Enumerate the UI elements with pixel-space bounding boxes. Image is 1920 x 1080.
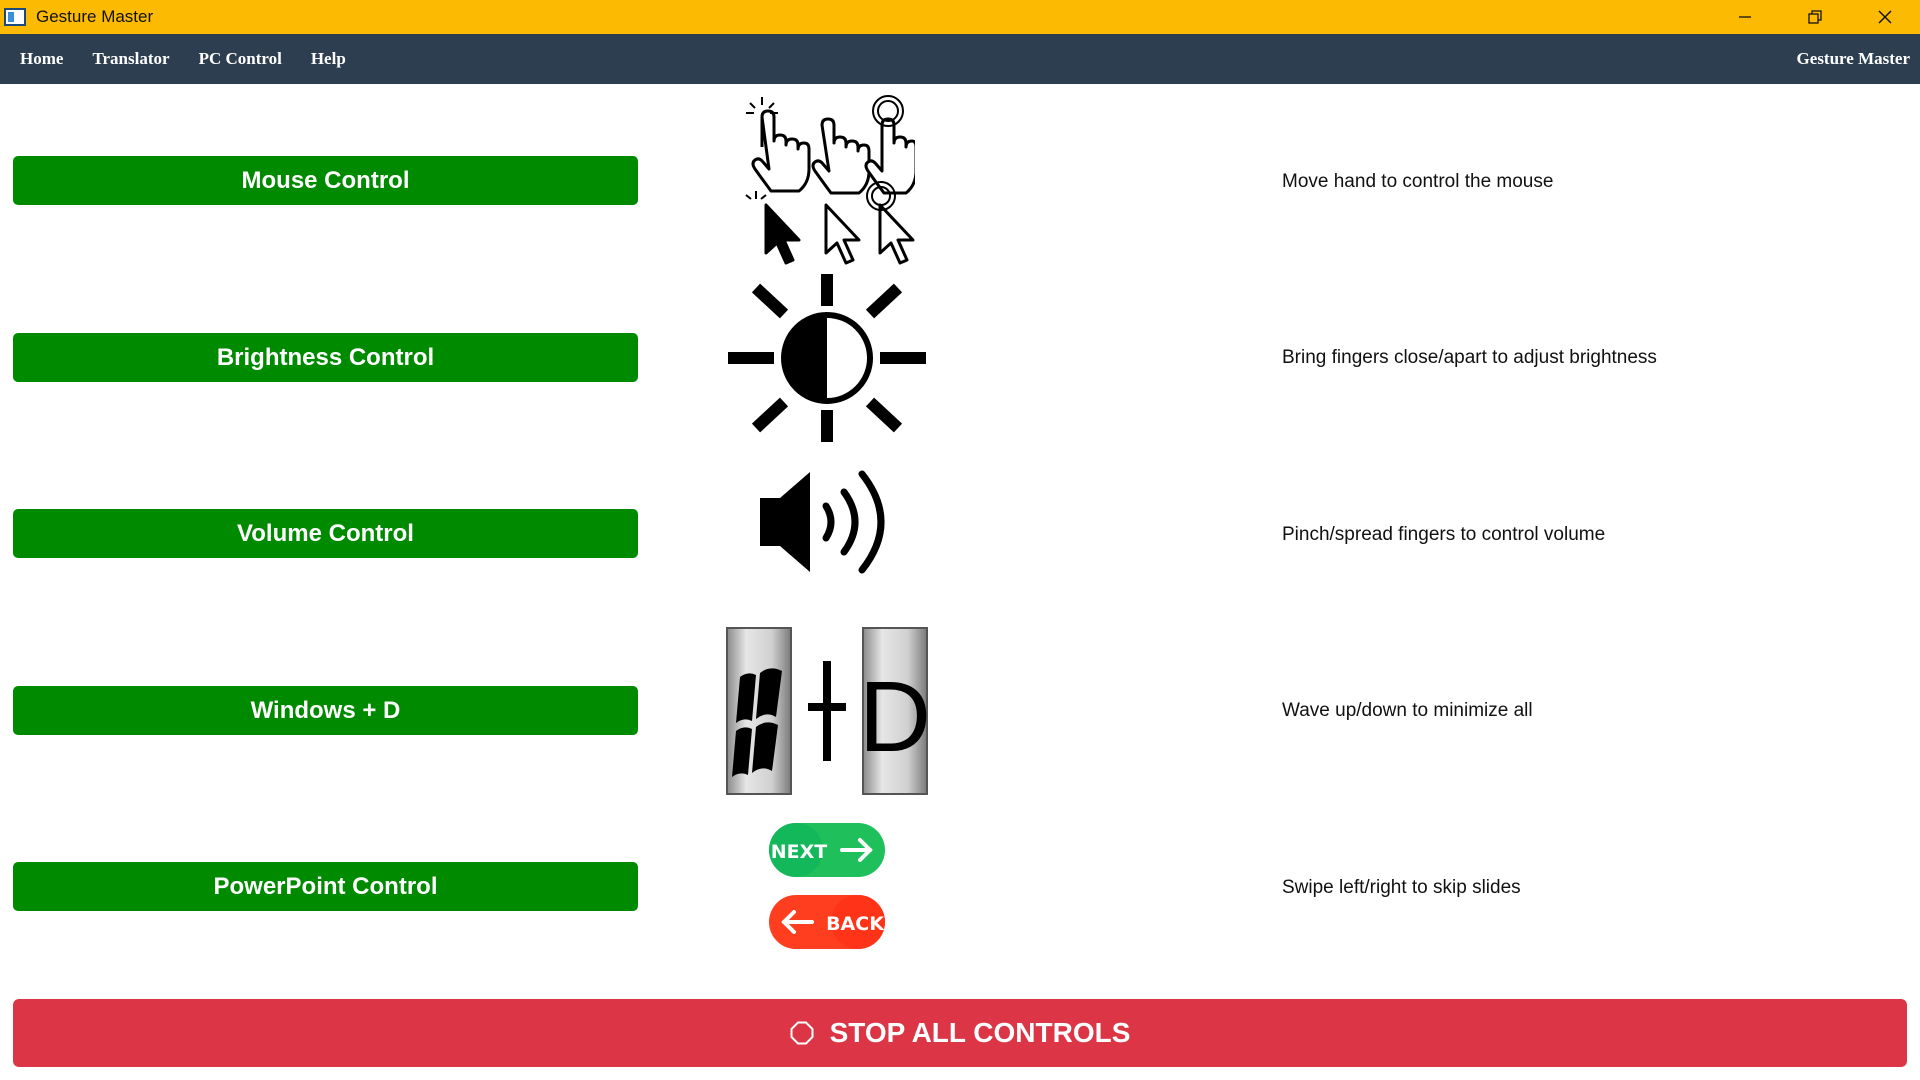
key-d-label: D xyxy=(859,661,928,773)
powerpoint-control-description: Swipe left/right to skip slides xyxy=(1282,877,1521,898)
restore-button[interactable] xyxy=(1780,0,1850,34)
back-label: BACK xyxy=(826,913,885,935)
hand-cursor-icon xyxy=(740,95,918,270)
menu-item-home[interactable]: Home xyxy=(20,49,63,69)
volume-control-description: Pinch/spread fingers to control volume xyxy=(1282,524,1606,545)
menu-item-help[interactable]: Help xyxy=(311,49,346,69)
brightness-control-description: Bring fingers close/apart to adjust brig… xyxy=(1282,347,1657,368)
powerpoint-control-button[interactable]: PowerPoint Control xyxy=(13,862,638,911)
windows-d-description: Wave up/down to minimize all xyxy=(1282,700,1533,721)
brightness-control-button[interactable]: Brightness Control xyxy=(13,333,638,382)
windows-d-keys-icon: D xyxy=(726,627,931,800)
stop-octagon-icon xyxy=(790,1021,814,1045)
minimize-button[interactable] xyxy=(1710,0,1780,34)
next-label: NEXT xyxy=(771,841,828,863)
menu-brand: Gesture Master xyxy=(1796,49,1910,68)
app-icon xyxy=(4,8,26,26)
menu-bar: Home Translator PC Control Help Gesture … xyxy=(0,34,1920,84)
speaker-volume-icon xyxy=(758,468,893,581)
windows-d-button[interactable]: Windows + D xyxy=(13,686,638,735)
window-controls xyxy=(1710,0,1920,34)
stop-all-controls-button[interactable]: STOP ALL CONTROLS xyxy=(13,999,1907,1067)
minimize-icon xyxy=(1739,16,1751,18)
close-icon xyxy=(1878,10,1892,24)
menu-item-pc-control[interactable]: PC Control xyxy=(199,49,282,69)
title-bar: Gesture Master xyxy=(0,0,1920,34)
menu-item-translator[interactable]: Translator xyxy=(92,49,169,69)
next-back-icon: NEXT BACK xyxy=(766,820,888,957)
mouse-control-button[interactable]: Mouse Control xyxy=(13,156,638,205)
window-title: Gesture Master xyxy=(36,7,154,26)
volume-control-button[interactable]: Volume Control xyxy=(13,509,638,558)
brightness-icon xyxy=(726,274,928,447)
stop-all-controls-label: STOP ALL CONTROLS xyxy=(829,1017,1131,1048)
close-button[interactable] xyxy=(1850,0,1920,34)
mouse-control-description: Move hand to control the mouse xyxy=(1282,171,1554,192)
restore-icon xyxy=(1808,10,1822,24)
